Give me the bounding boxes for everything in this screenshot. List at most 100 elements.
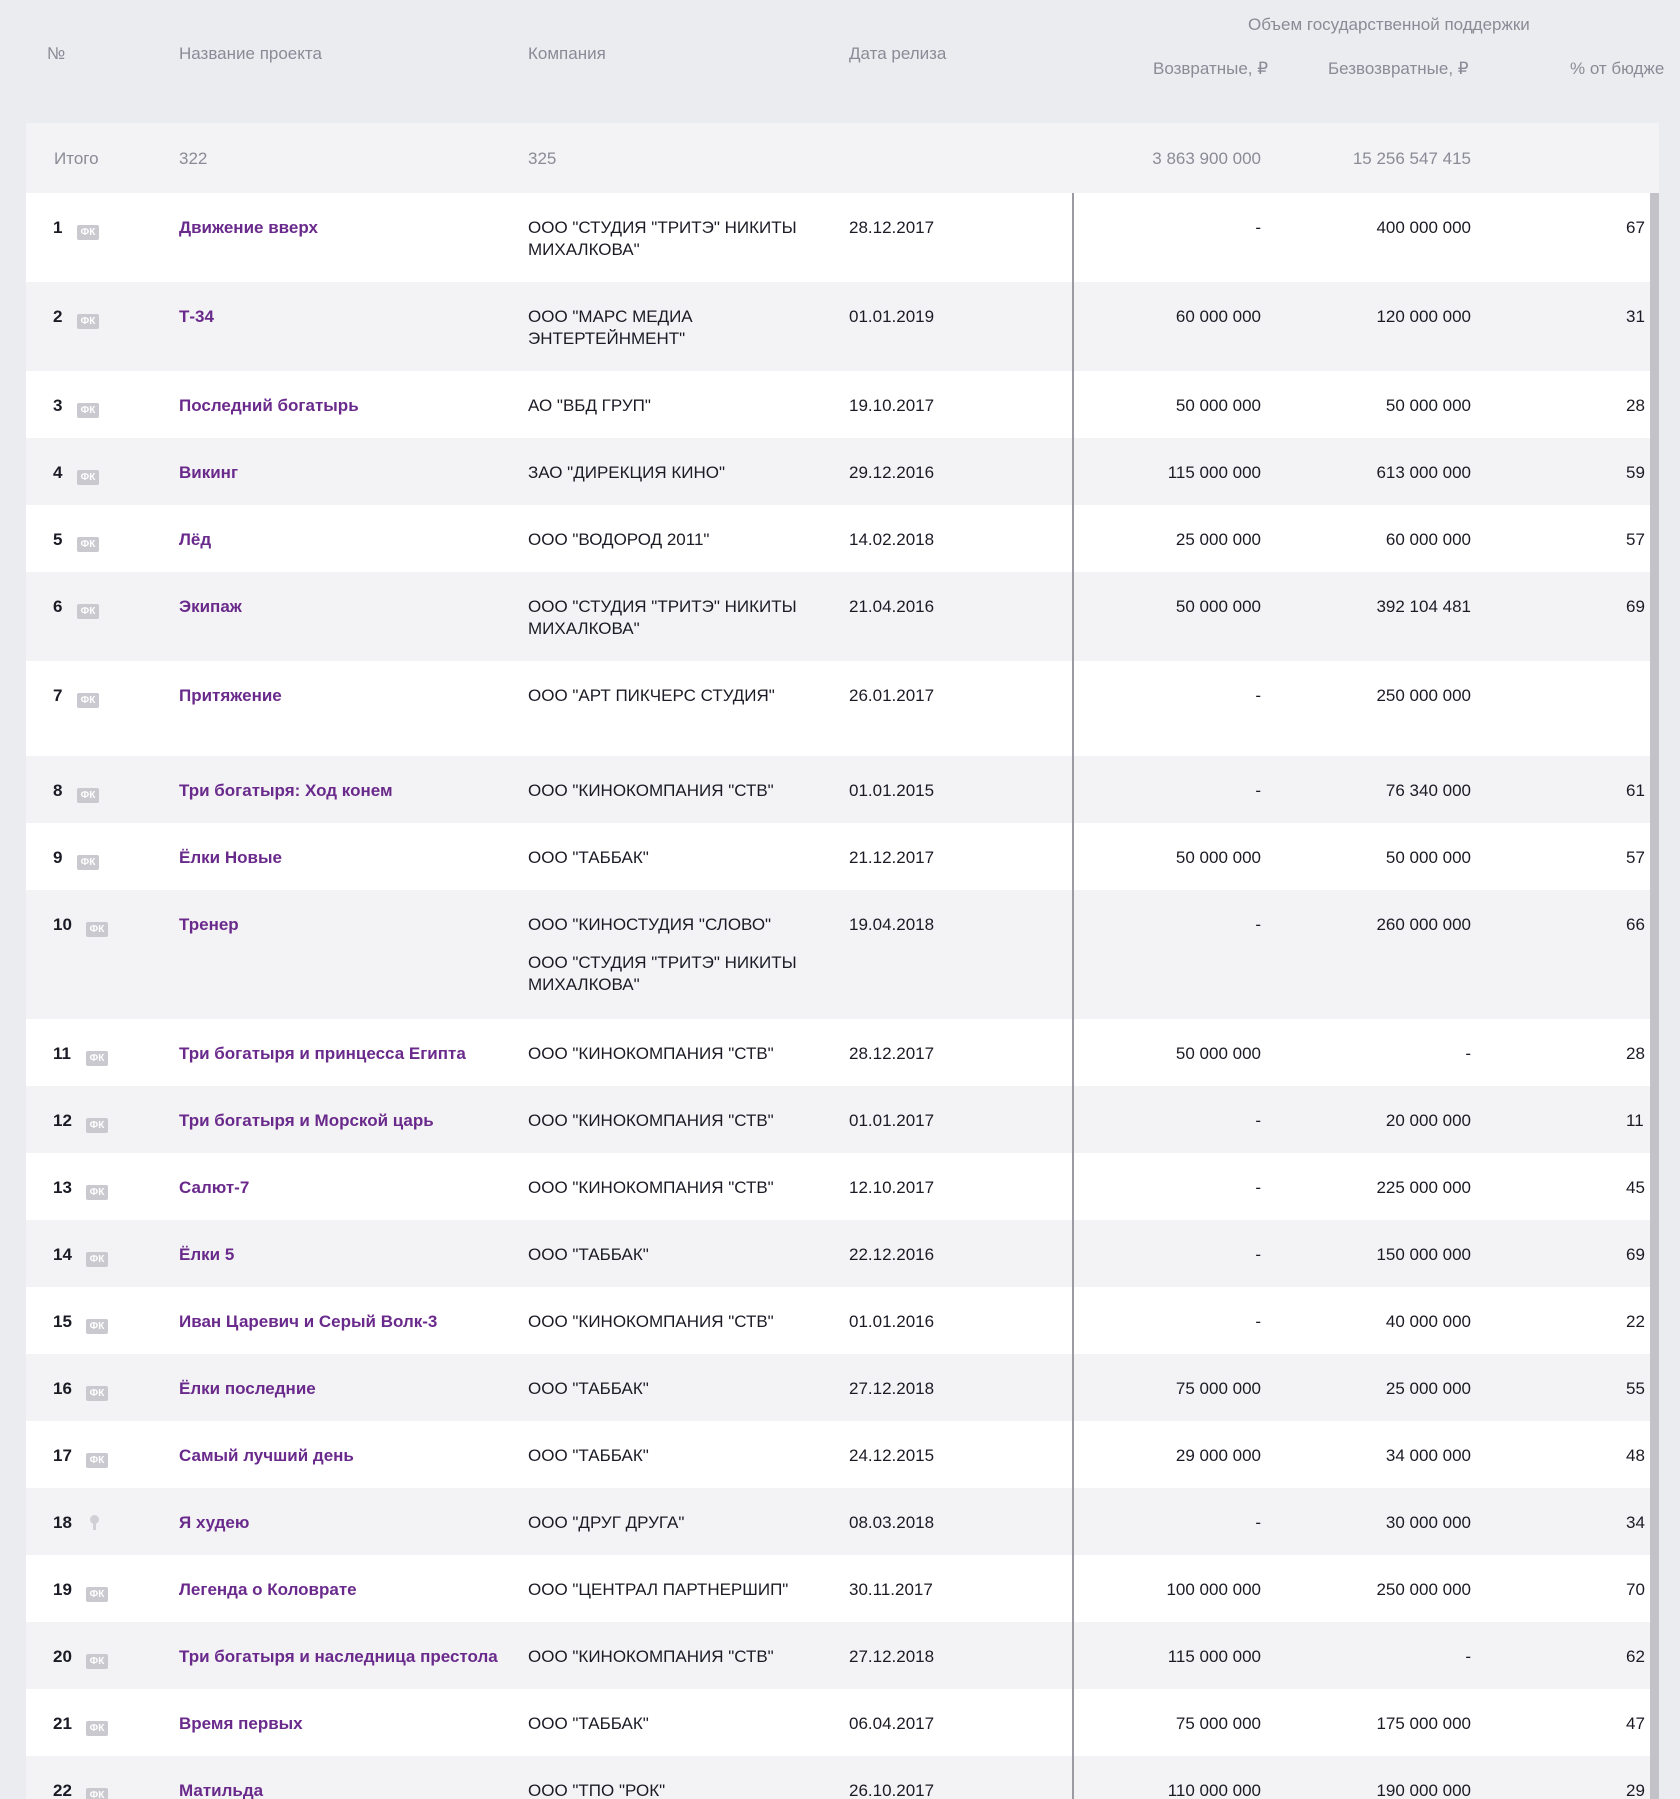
table-row[interactable]: 19 ФК Легенда о Коловрате ООО "ЦЕНТРАЛ ПАРТ… bbox=[26, 1555, 1659, 1622]
project-name-link[interactable]: Последний богатырь bbox=[179, 396, 359, 415]
project-name-link[interactable]: Салют-7 bbox=[179, 1178, 249, 1197]
company-name-line: ООО "КИНОКОМПАНИЯ "СТВ" bbox=[528, 1111, 774, 1130]
col-header-budget-percent[interactable]: % от бюдже bbox=[1570, 59, 1664, 79]
returnable-amount: - bbox=[1255, 781, 1261, 800]
table-row[interactable]: 8 ФК Три богатыря: Ход конем ООО "КИНОКОМПА… bbox=[26, 756, 1659, 823]
project-name-link[interactable]: Движение вверх bbox=[179, 218, 318, 237]
fk-badge-icon: ФК bbox=[77, 470, 99, 485]
project-name-link[interactable]: Ёлки 5 bbox=[179, 1245, 234, 1264]
row-number: 10 bbox=[53, 915, 72, 934]
table-row[interactable]: 14 ФК Ёлки 5 ООО "ТАББАК" 22.12.2016 - 150 000… bbox=[26, 1220, 1659, 1287]
badge-cell: ФК bbox=[77, 598, 99, 620]
fk-badge-icon: ФК bbox=[77, 403, 99, 418]
company-name-line: ООО "ТАББАК" bbox=[528, 848, 649, 867]
table-row[interactable]: 4 ФК Викинг ЗАО "ДИРЕКЦИЯ КИНО" 29.12.2016 11… bbox=[26, 438, 1659, 505]
table-row[interactable]: 2 ФК Т-34 ООО "МАРС МЕДИА ЭНТЕРТЕЙНМЕНТ" 01.0… bbox=[26, 282, 1659, 371]
table-row[interactable]: 6 ФК Экипаж ООО "СТУДИЯ "ТРИТЭ" НИКИТЫ МИХАЛ… bbox=[26, 572, 1659, 661]
badge-cell: ФК bbox=[86, 1648, 108, 1670]
project-name-link[interactable]: Я худею bbox=[179, 1513, 249, 1532]
table-row[interactable]: 12 ФК Три богатыря и Морской царь ООО "КИНО… bbox=[26, 1086, 1659, 1153]
release-date: 01.01.2019 bbox=[849, 307, 935, 326]
company-name-line: ООО "КИНОКОМПАНИЯ "СТВ" bbox=[528, 1312, 774, 1331]
project-name-link[interactable]: Легенда о Коловрате bbox=[179, 1580, 357, 1599]
project-name-cell: Викинг bbox=[179, 462, 509, 484]
returnable-amount: 75 000 000 bbox=[1175, 1714, 1261, 1733]
fk-badge-icon: ФК bbox=[86, 1051, 108, 1066]
project-name-cell: Время первых bbox=[179, 1713, 509, 1735]
table-row[interactable]: 10 ФК Тренер ООО "КИНОСТУДИЯ "СЛОВО" ООО "СТ… bbox=[26, 890, 1659, 1019]
returnable-amount: - bbox=[1255, 1245, 1261, 1264]
col-header-number[interactable]: № bbox=[47, 44, 65, 64]
badge-cell: ФК bbox=[77, 849, 99, 871]
nonreturnable-amount: 613 000 000 bbox=[1376, 463, 1471, 482]
company-cell: ООО "ТПО "РОК" bbox=[528, 1780, 828, 1799]
table-row[interactable]: 5 ФК Лёд ООО "ВОДОРОД 2011" 14.02.2018 25 000… bbox=[26, 505, 1659, 572]
horizontal-scroll-edge[interactable] bbox=[1650, 193, 1659, 1799]
table-row[interactable]: 22 ФК Матильда ООО "ТПО "РОК" 26.10.2017 110 … bbox=[26, 1756, 1659, 1799]
company-name-line: ООО "ТПО "РОК" bbox=[528, 1781, 666, 1799]
col-header-company[interactable]: Компания bbox=[528, 44, 606, 64]
nonreturnable-amount: 76 340 000 bbox=[1385, 781, 1471, 800]
badge-cell: ФК bbox=[86, 1246, 108, 1268]
table-row[interactable]: 18 Я худею ООО "ДРУГ ДРУГА" 08.03.2018 - 30 0… bbox=[26, 1488, 1659, 1555]
project-name-cell: Три богатыря и Морской царь bbox=[179, 1110, 509, 1132]
returnable-amount: 50 000 000 bbox=[1175, 848, 1261, 867]
project-name-cell: Иван Царевич и Серый Волк-3 bbox=[179, 1311, 509, 1333]
project-name-link[interactable]: Т-34 bbox=[179, 307, 214, 326]
table-row[interactable]: 1 ФК Движение вверх ООО "СТУДИЯ "ТРИТЭ" НИК… bbox=[26, 193, 1659, 282]
fk-badge-icon: ФК bbox=[86, 922, 108, 937]
returnable-amount: - bbox=[1255, 1178, 1261, 1197]
row-number: 20 bbox=[53, 1647, 72, 1666]
project-name-cell: Притяжение bbox=[179, 685, 509, 707]
project-name-link[interactable]: Ёлки последние bbox=[179, 1379, 316, 1398]
project-name-link[interactable]: Время первых bbox=[179, 1714, 303, 1733]
release-date: 01.01.2017 bbox=[849, 1111, 935, 1130]
fk-badge-icon: ФК bbox=[77, 693, 99, 708]
table-row[interactable]: 21 ФК Время первых ООО "ТАББАК" 06.04.2017 75… bbox=[26, 1689, 1659, 1756]
release-date: 14.02.2018 bbox=[849, 530, 935, 549]
returnable-amount: 50 000 000 bbox=[1175, 396, 1261, 415]
project-name-link[interactable]: Иван Царевич и Серый Волк-3 bbox=[179, 1312, 437, 1331]
row-number: 21 bbox=[53, 1714, 72, 1733]
col-header-returnable[interactable]: Возвратные, ₽ bbox=[1153, 59, 1268, 79]
fk-badge-icon: ФК bbox=[77, 855, 99, 870]
company-cell: ООО "ТАББАК" bbox=[528, 1713, 828, 1735]
project-name-link[interactable]: Тренер bbox=[179, 915, 239, 934]
table-row[interactable]: 13 ФК Салют-7 ООО "КИНОКОМПАНИЯ "СТВ" 12.10.… bbox=[26, 1153, 1659, 1220]
project-name-link[interactable]: Матильда bbox=[179, 1781, 263, 1799]
project-name-link[interactable]: Самый лучший день bbox=[179, 1446, 354, 1465]
returnable-amount: 60 000 000 bbox=[1175, 307, 1261, 326]
company-name-line: ООО "СТУДИЯ "ТРИТЭ" НИКИТЫ bbox=[528, 597, 797, 616]
table-row[interactable]: 20 ФК Три богатыря и наследница престола ОО… bbox=[26, 1622, 1659, 1689]
fk-badge-icon: ФК bbox=[86, 1788, 108, 1799]
fk-badge-icon: ФК bbox=[86, 1185, 108, 1200]
project-name-link[interactable]: Ёлки Новые bbox=[179, 848, 282, 867]
project-name-link[interactable]: Лёд bbox=[179, 530, 211, 549]
project-name-link[interactable]: Викинг bbox=[179, 463, 238, 482]
table-row[interactable]: 15 ФК Иван Царевич и Серый Волк-3 ООО "КИНО… bbox=[26, 1287, 1659, 1354]
company-cell: ООО "ТАББАК" bbox=[528, 1445, 828, 1467]
table-row[interactable]: 9 ФК Ёлки Новые ООО "ТАББАК" 21.12.2017 50 00… bbox=[26, 823, 1659, 890]
col-header-project-name[interactable]: Название проекта bbox=[179, 44, 322, 64]
col-header-release-date[interactable]: Дата релиза bbox=[849, 44, 946, 64]
returnable-amount: 50 000 000 bbox=[1175, 1044, 1261, 1063]
project-name-link[interactable]: Притяжение bbox=[179, 686, 282, 705]
project-name-link[interactable]: Три богатыря и наследница престола bbox=[179, 1647, 498, 1666]
table-row[interactable]: 17 ФК Самый лучший день ООО "ТАББАК" 24.12.2… bbox=[26, 1421, 1659, 1488]
project-name-link[interactable]: Три богатыря: Ход конем bbox=[179, 781, 393, 800]
totals-projects-count: 322 bbox=[179, 149, 208, 168]
company-name-line: ООО "КИНОСТУДИЯ "СЛОВО" bbox=[528, 915, 772, 934]
project-name-link[interactable]: Экипаж bbox=[179, 597, 242, 616]
project-name-link[interactable]: Три богатыря и принцесса Египта bbox=[179, 1044, 466, 1063]
company-name-line: ЭНТЕРТЕЙНМЕНТ" bbox=[528, 329, 686, 348]
company-name-line: МИХАЛКОВА" bbox=[528, 240, 640, 259]
table-row[interactable]: 11 ФК Три богатыря и принцесса Египта ООО "… bbox=[26, 1019, 1659, 1086]
table-row[interactable]: 16 ФК Ёлки последние ООО "ТАББАК" 27.12.2018… bbox=[26, 1354, 1659, 1421]
badge-cell: ФК bbox=[77, 397, 99, 419]
project-name-link[interactable]: Три богатыря и Морской царь bbox=[179, 1111, 434, 1130]
table-row[interactable]: 3 ФК Последний богатырь АО "ВБД ГРУП" 19.10.… bbox=[26, 371, 1659, 438]
release-date: 19.10.2017 bbox=[849, 396, 935, 415]
release-date: 24.12.2015 bbox=[849, 1446, 935, 1465]
table-row[interactable]: 7 ФК Притяжение ООО "АРТ ПИКЧЕРС СТУДИЯ" 26.… bbox=[26, 661, 1659, 756]
col-header-nonreturnable[interactable]: Безвозвратные, ₽ bbox=[1328, 59, 1469, 79]
